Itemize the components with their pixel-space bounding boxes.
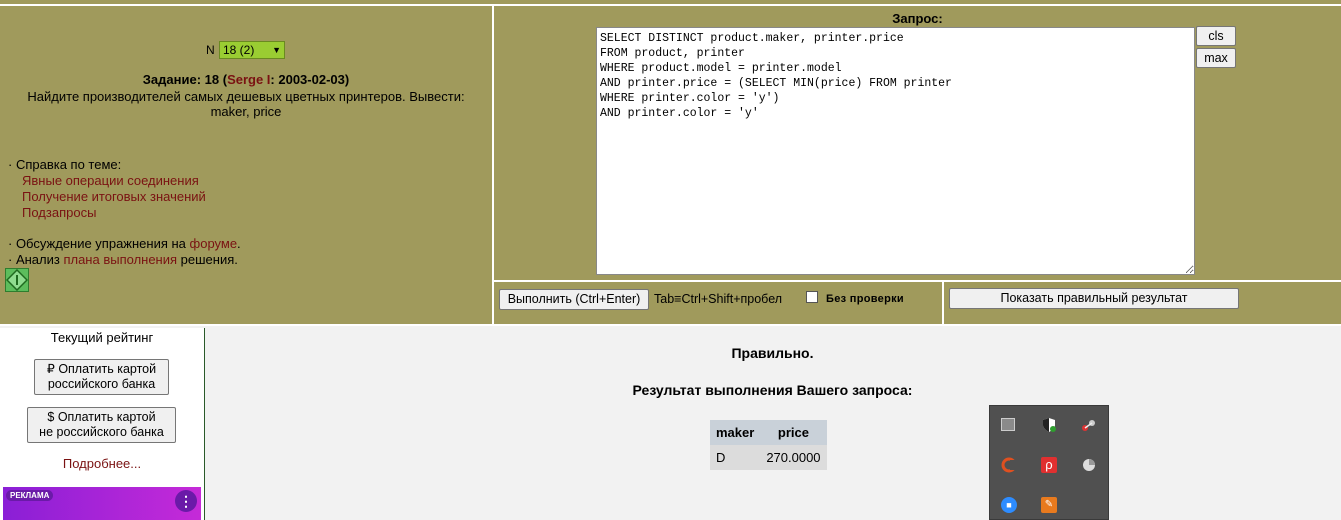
network-icon[interactable] <box>1081 417 1097 433</box>
divider <box>492 4 494 326</box>
monitor-icon[interactable] <box>1001 418 1015 431</box>
task-description: Найдите производителей самых дешевых цве… <box>27 89 465 119</box>
zoom-icon[interactable]: ■ <box>1001 497 1017 513</box>
chevron-down-icon: ▼ <box>272 45 281 55</box>
cls-button[interactable]: cls <box>1196 26 1236 46</box>
pay-foreign-card-button[interactable]: $ Оплатить картой не российского банка <box>27 407 176 443</box>
ad-badge: РЕКЛАМА <box>6 490 54 501</box>
task-number-label: N <box>206 43 215 57</box>
table-row: D 270.0000 <box>710 445 827 470</box>
diamond-icon[interactable] <box>5 268 29 292</box>
run-button[interactable]: Выполнить (Ctrl+Enter) <box>499 289 649 310</box>
divider <box>0 324 1341 326</box>
no-check-checkbox[interactable] <box>806 291 818 303</box>
show-correct-button[interactable]: Показать правильный результат <box>949 288 1239 309</box>
ad-banner[interactable]: РЕКЛАМА ⋮ <box>3 487 201 520</box>
tab-hint: Tab≡Ctrl+Shift+пробел <box>654 292 783 306</box>
cloud-icon[interactable] <box>1081 457 1097 473</box>
divider <box>494 280 1341 282</box>
author-link[interactable]: Serge I <box>227 72 270 87</box>
pay-russian-card-button[interactable]: ₽ Оплатить картой российского банка <box>34 359 169 395</box>
query-label: Запрос: <box>892 11 943 26</box>
help-heading: · Справка по теме: <box>8 157 122 172</box>
max-button[interactable]: max <box>1196 48 1236 68</box>
editor-icon[interactable]: ✎ <box>1041 497 1057 513</box>
more-options-icon[interactable]: ⋮ <box>175 490 197 512</box>
sql-editor[interactable]: SELECT DISTINCT product.maker, printer.p… <box>596 27 1195 275</box>
no-check-label: Без проверки <box>826 293 904 305</box>
table-cell: D <box>710 445 761 470</box>
task-title: Задание: 18 (Serge I: 2003-02-03) <box>142 72 350 87</box>
more-link[interactable]: Подробнее... <box>0 456 204 471</box>
divider <box>942 282 944 326</box>
divider <box>0 4 1341 6</box>
result-heading: Результат выполнения Вашего запроса: <box>632 382 913 398</box>
task-select-value: 18 (2) <box>223 43 255 57</box>
column-header: price <box>760 420 827 445</box>
pdf-icon[interactable]: ρ <box>1041 457 1057 473</box>
rating-link[interactable]: Текущий рейтинг <box>0 330 204 345</box>
ccleaner-icon[interactable] <box>1001 457 1017 473</box>
system-tray-overflow: ρ ■ ✎ <box>989 405 1109 520</box>
help-link-aggregates[interactable]: Получение итоговых значений <box>22 189 206 204</box>
forum-link[interactable]: форуме <box>190 236 238 251</box>
task-select[interactable]: 18 (2) ▼ <box>219 41 285 59</box>
column-header: maker <box>710 420 761 445</box>
table-header-row: maker price <box>710 420 827 445</box>
result-table: maker price D 270.0000 <box>710 420 827 470</box>
forum-line: · Обсуждение упражнения на форуме. <box>8 236 241 251</box>
shield-icon[interactable] <box>1041 417 1057 433</box>
result-status: Правильно. <box>731 345 814 361</box>
plan-link[interactable]: плана выполнения <box>63 252 177 267</box>
plan-line: · Анализ плана выполнения решения. <box>8 252 238 267</box>
help-link-subqueries[interactable]: Подзапросы <box>22 205 96 220</box>
table-cell: 270.0000 <box>760 445 827 470</box>
help-link-joins[interactable]: Явные операции соединения <box>22 173 199 188</box>
